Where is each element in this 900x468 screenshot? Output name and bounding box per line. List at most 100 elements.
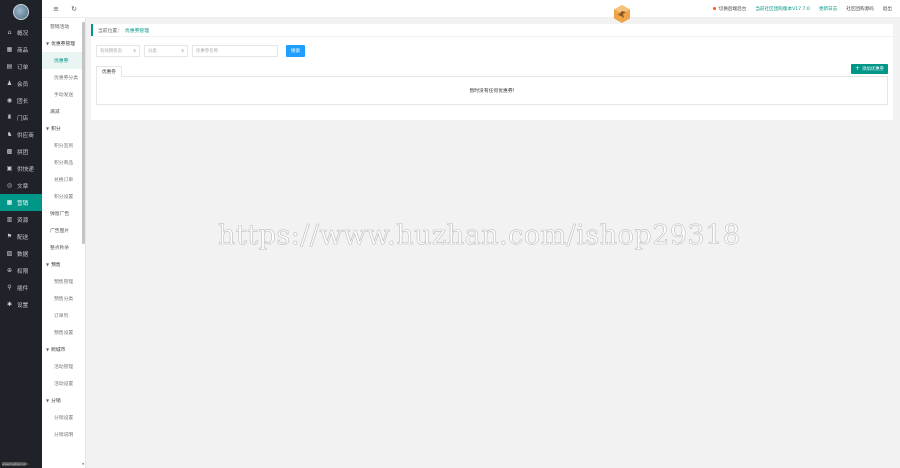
version-link[interactable]: 当前社区团购版本V17.7.0: [755, 6, 810, 12]
subnav-item-12[interactable]: 广告图片: [42, 222, 85, 239]
subnav-item-label: 订单列: [54, 314, 69, 319]
subnav-item-18[interactable]: 预售设置: [42, 324, 85, 341]
subnav-item-0[interactable]: 营销活动: [42, 18, 85, 35]
sidebar-item-label: 文章: [17, 183, 29, 190]
sidebar-item-8[interactable]: ▣ 供快递: [0, 160, 42, 177]
sidebar-item-3[interactable]: ♟ 会员: [0, 75, 42, 92]
community-link[interactable]: 社区团购源码: [846, 6, 874, 12]
subnav-item-11[interactable]: 弹窗广告: [42, 205, 85, 222]
supplier-icon: ♞: [6, 131, 13, 138]
sidebar-item-11[interactable]: ▥ 资源: [0, 211, 42, 228]
subnav-item-5[interactable]: 满减: [42, 103, 85, 120]
grid-icon: ▦: [6, 46, 13, 53]
sidebar-item-16[interactable]: ✱ 设置: [0, 296, 42, 313]
subnav-item-10[interactable]: 积分设置: [42, 188, 85, 205]
logout-link[interactable]: 退出: [883, 6, 892, 12]
breadcrumb: 当前位置： 优惠券管理: [91, 24, 893, 36]
scrollbar[interactable]: [82, 22, 85, 244]
marketing-icon: ▦: [6, 199, 13, 206]
secondary-sidebar: 营销活动 ▼ 优惠券管理 优惠券 优惠券分类 手动发送 满减 ▼ 积分 积分签到 积分商品 兑换订单积…: [42, 18, 86, 468]
data-icon: ▧: [6, 250, 13, 257]
header-right: 切换后端后台 当前社区团购版本V17.7.0 更新日志 社区团购源码 退出: [712, 0, 892, 18]
add-coupon-button[interactable]: + 添加优惠券: [851, 64, 888, 74]
sidebar-item-6[interactable]: ♞ 供应商: [0, 126, 42, 143]
subnav-item-15[interactable]: 预售管理: [42, 273, 85, 290]
sidebar-item-4[interactable]: ◉ 团长: [0, 92, 42, 109]
subnav-item-23[interactable]: 分销设置: [42, 409, 85, 426]
subnav-item-label: 活动管理: [54, 365, 74, 370]
subnav-item-17[interactable]: 订单列: [42, 307, 85, 324]
update-log-link[interactable]: 更新日志: [819, 6, 837, 12]
subnav-item-label: 弹窗广告: [50, 212, 70, 217]
plus-icon: +: [855, 65, 861, 72]
subnav-item-label: 分销: [51, 399, 61, 404]
user-icon: ♟: [6, 80, 13, 87]
article-icon: ◎: [6, 182, 13, 189]
subnav-item-4[interactable]: 手动发送: [42, 86, 85, 103]
refresh-icon[interactable]: ↻: [70, 5, 78, 13]
sidebar-item-label: 资源: [17, 217, 29, 224]
avatar[interactable]: [13, 4, 29, 20]
subnav-item-20[interactable]: 活动管理: [42, 358, 85, 375]
sidebar-item-label: 订单: [17, 64, 29, 71]
resource-icon: ▥: [6, 216, 13, 223]
category-select[interactable]: 分类 ▼: [144, 45, 188, 57]
subnav-item-13[interactable]: 整点秒杀: [42, 239, 85, 256]
coupon-panel: 有效期状态 ▼ 分类 ▼ 优惠券名称 搜索 优惠券 + 添加优惠券 暂时没有任何…: [91, 37, 893, 120]
sidebar-item-5[interactable]: ♜ 门店: [0, 109, 42, 126]
empty-message: 暂时没有任何优惠券!: [469, 89, 515, 94]
sidebar-item-label: 门店: [17, 115, 29, 122]
logo[interactable]: [0, 0, 42, 24]
subnav-item-16[interactable]: 预售分类: [42, 290, 85, 307]
coupon-name-input[interactable]: 优惠券名称: [192, 45, 278, 57]
subnav-item-21[interactable]: 活动设置: [42, 375, 85, 392]
caret-down-icon: ▼: [46, 126, 50, 131]
store-icon: ♜: [6, 114, 13, 121]
subnav-item-label: 预售: [51, 263, 61, 268]
subnav-item-19[interactable]: ▼ 跨城市: [42, 341, 85, 358]
subnav-item-8[interactable]: 积分商品: [42, 154, 85, 171]
tab-coupons[interactable]: 优惠券: [96, 66, 122, 77]
validity-select[interactable]: 有效期状态 ▼: [96, 45, 140, 57]
subnav-item-24[interactable]: 分销说明: [42, 426, 85, 443]
subnav-item-3[interactable]: 优惠券分类: [42, 69, 85, 86]
sidebar-item-2[interactable]: ▤ 订单: [0, 58, 42, 75]
status-indicator[interactable]: 切换后端后台: [712, 6, 746, 12]
subnav-item-label: 整点秒杀: [50, 246, 70, 251]
filter-bar: 有效期状态 ▼ 分类 ▼ 优惠券名称 搜索: [96, 45, 306, 57]
sidebar-item-1[interactable]: ▦ 商品: [0, 41, 42, 58]
sidebar-item-0[interactable]: ⌂ 概况: [0, 24, 42, 41]
subnav-item-14[interactable]: ▼ 预售: [42, 256, 85, 273]
sidebar-item-12[interactable]: ⚑ 配送: [0, 228, 42, 245]
subnav-item-1[interactable]: ▼ 优惠券管理: [42, 35, 85, 52]
subnav-item-label: 优惠券: [54, 59, 69, 64]
subnav-item-label: 预售管理: [54, 280, 74, 285]
sidebar-item-13[interactable]: ▧ 数据: [0, 245, 42, 262]
subnav-item-22[interactable]: ▼ 分销: [42, 392, 85, 409]
scroll-down-icon[interactable]: ▼: [82, 462, 85, 466]
subnav-item-9[interactable]: 兑换订单: [42, 171, 85, 188]
subnav-item-label: 营销活动: [50, 25, 70, 30]
subnav-item-label: 优惠券管理: [51, 42, 76, 47]
delivery-icon: ▣: [6, 165, 13, 172]
caret-down-icon: ▼: [46, 41, 50, 46]
subnav-item-6[interactable]: ▼ 积分: [42, 120, 85, 137]
sidebar-item-label: 概况: [17, 30, 29, 37]
subnav-item-label: 活动设置: [54, 382, 74, 387]
subnav-item-2[interactable]: 优惠券: [42, 52, 85, 69]
subnav-item-7[interactable]: 积分签到: [42, 137, 85, 154]
breadcrumb-current[interactable]: 优惠券管理: [125, 27, 149, 34]
sidebar-item-9[interactable]: ◎ 文章: [0, 177, 42, 194]
sidebar-item-7[interactable]: ▩ 拼团: [0, 143, 42, 160]
subnav-item-label: 预售分类: [54, 297, 74, 302]
menu-toggle-icon[interactable]: ≡: [52, 5, 60, 13]
permission-icon: ⊕: [6, 267, 13, 274]
sidebar-item-15[interactable]: ⚲ 插件: [0, 279, 42, 296]
subnav-item-label: 广告图片: [50, 229, 70, 234]
sidebar-item-label: 配送: [17, 234, 29, 241]
tab-bar: 优惠券: [96, 66, 888, 77]
sidebar-item-10[interactable]: ▦ 营销: [0, 194, 42, 211]
sidebar-item-14[interactable]: ⊕ 权限: [0, 262, 42, 279]
subnav-item-label: 积分: [51, 127, 61, 132]
search-button[interactable]: 搜索: [286, 45, 306, 57]
